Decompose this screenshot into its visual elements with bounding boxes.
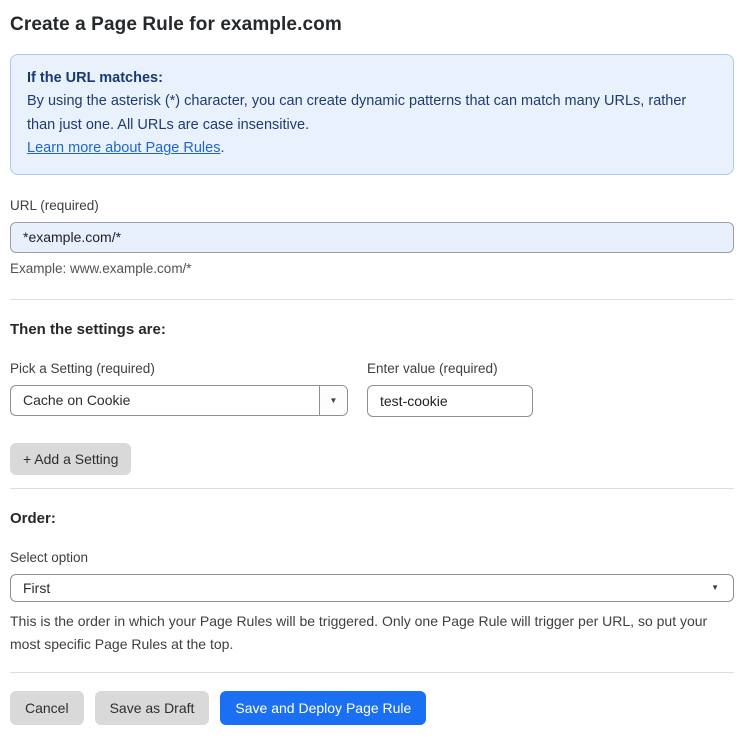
info-heading: If the URL matches: <box>27 70 163 86</box>
order-select[interactable]: First ▼ <box>10 573 734 602</box>
setting-select[interactable]: Cache on Cookie ▼ <box>10 384 348 416</box>
link-suffix: . <box>220 140 225 157</box>
url-example-helper: Example: www.example.com/* <box>10 260 192 276</box>
add-setting-button[interactable]: + Add a Setting <box>10 442 132 475</box>
chevron-down-icon: ▼ <box>711 583 719 593</box>
save-and-deploy-button[interactable]: Save and Deploy Page Rule <box>220 691 427 726</box>
url-match-info-callout: If the URL matches: By using the asteris… <box>10 54 734 175</box>
save-as-draft-button[interactable]: Save as Draft <box>94 691 210 726</box>
info-link-line: Learn more about Page Rules. <box>27 137 717 160</box>
enter-value-label: Enter value (required) <box>367 360 498 376</box>
setting-select-value: Cache on Cookie <box>23 392 131 409</box>
order-helper-text: This is the order in which your Page Rul… <box>10 612 708 652</box>
create-page-rule-form: Create a Page Rule for example.com If th… <box>0 0 750 745</box>
order-select-value: First <box>23 579 51 596</box>
setting-value-column: Enter value (required) <box>367 345 533 417</box>
order-section-heading: Order: <box>10 509 56 527</box>
learn-more-link[interactable]: Learn more about Page Rules <box>27 140 220 156</box>
url-input[interactable] <box>10 221 734 253</box>
form-actions: Cancel Save as Draft Save and Deploy Pag… <box>10 691 734 745</box>
info-body-text: By using the asterisk (*) character, you… <box>27 93 687 133</box>
order-select-label: Select option <box>10 549 89 565</box>
cancel-button[interactable]: Cancel <box>10 691 84 726</box>
page-title: Create a Page Rule for example.com <box>10 14 342 35</box>
url-field-label: URL (required) <box>10 197 99 213</box>
divider <box>10 487 734 489</box>
settings-section-heading: Then the settings are: <box>10 320 166 338</box>
setting-picker-column: Pick a Setting (required) Cache on Cooki… <box>10 338 348 416</box>
divider <box>10 672 734 674</box>
pick-setting-label: Pick a Setting (required) <box>10 360 155 376</box>
setting-value-input[interactable] <box>367 384 533 417</box>
setting-row: Pick a Setting (required) Cache on Cooki… <box>10 338 734 417</box>
divider <box>10 298 734 300</box>
chevron-down-icon[interactable]: ▼ <box>319 385 347 415</box>
